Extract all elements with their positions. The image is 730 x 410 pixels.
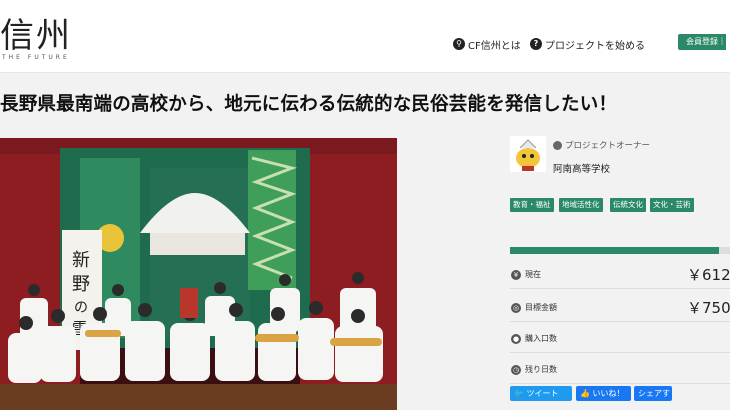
people-icon: ●: [511, 334, 521, 344]
stat-label: 現在: [525, 270, 541, 279]
owner-label-text: プロジェクトオーナー: [565, 141, 651, 151]
banner-text: 新: [72, 250, 90, 271]
tag-education[interactable]: 教育・福祉: [510, 198, 554, 212]
question-icon: ?: [530, 38, 542, 50]
project-hero-image: 新 野 の 雪: [0, 138, 397, 410]
like-button[interactable]: 👍 いいね！: [576, 386, 631, 401]
stat-label: 目標金額: [525, 303, 557, 312]
yen-icon: ¥: [511, 270, 521, 280]
target-icon: ◎: [511, 303, 521, 313]
stat-purchases: ● 購入口数: [510, 326, 730, 353]
owner-name[interactable]: 阿南高等学校: [553, 161, 610, 175]
tag-tradition[interactable]: 伝統文化: [610, 198, 646, 212]
tweet-button[interactable]: 🐦 ツイート: [510, 386, 572, 401]
logo-tagline: THE FUTURE: [2, 54, 70, 61]
like-label: いいね！: [592, 389, 625, 398]
nav-start-project-link[interactable]: ? プロジェクトを始める: [530, 37, 645, 52]
svg-text:野: 野: [72, 274, 90, 295]
twitter-icon: 🐦: [514, 389, 524, 398]
nav-start-label: プロジェクトを始める: [545, 40, 645, 52]
clock-icon: ◷: [511, 365, 521, 375]
stat-current: ¥ 現在 ￥612: [510, 262, 730, 289]
stat-value: ￥612: [687, 266, 730, 284]
hero-photo: 新 野 の 雪: [0, 138, 397, 410]
stat-goal: ◎ 目標金額 ￥750: [510, 295, 730, 322]
funding-progress-fill: [510, 247, 719, 254]
svg-text:の: の: [74, 300, 88, 316]
owner-label: プロジェクトオーナー: [553, 139, 650, 151]
project-title: 長野県最南端の高校から、地元に伝わる伝統的な民俗芸能を発信したい！: [0, 94, 618, 115]
nav-about-label: CF信州とは: [468, 40, 521, 52]
logo-text: 信州: [0, 16, 72, 56]
funding-progress-bar: [510, 247, 730, 254]
site-header: 信州 THE FUTURE ⚲ CF信州とは ? プロジェクトを始める 会員登録…: [0, 0, 730, 73]
tweet-label: ツイート: [526, 389, 559, 398]
share-button[interactable]: シェアす: [634, 386, 672, 401]
stat-label: 購入口数: [525, 334, 557, 343]
search-icon: ⚲: [453, 38, 465, 50]
owner-avatar[interactable]: [510, 136, 546, 172]
stat-days-left: ◷ 残り日数: [510, 357, 730, 384]
tag-regional[interactable]: 地域活性化: [559, 198, 603, 212]
thumbs-up-icon: 👍: [580, 389, 590, 398]
stat-value: ￥750: [687, 299, 730, 317]
site-logo[interactable]: 信州 THE FUTURE: [0, 16, 90, 62]
register-button[interactable]: 会員登録｜: [678, 34, 726, 50]
nav-about-link[interactable]: ⚲ CF信州とは: [453, 37, 521, 52]
user-icon: [553, 140, 562, 150]
tag-arts[interactable]: 文化・芸術: [650, 198, 694, 212]
stat-label: 残り日数: [525, 365, 557, 374]
